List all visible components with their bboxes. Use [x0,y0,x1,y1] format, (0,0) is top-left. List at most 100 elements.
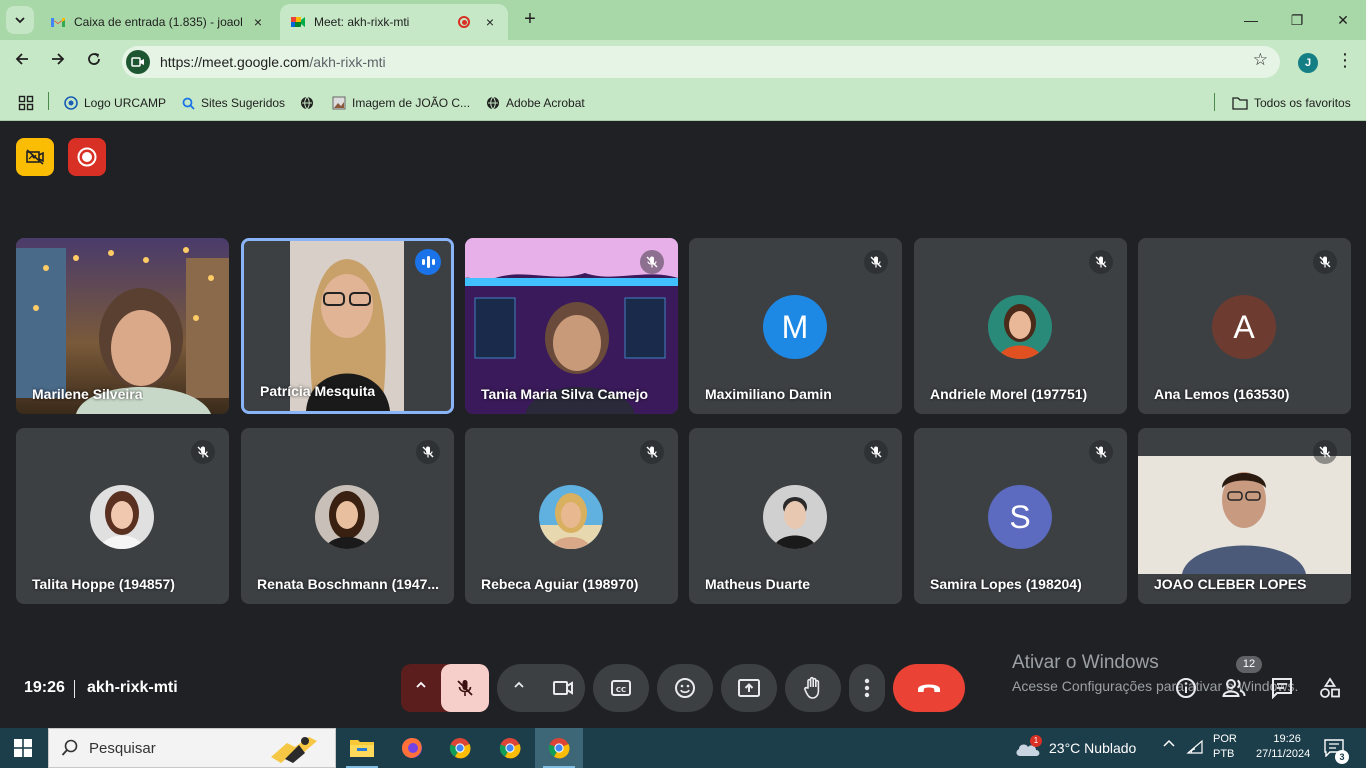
search-placeholder: Pesquisar [89,739,156,757]
avatar: A [1212,295,1276,359]
bookmark-adobe-acrobat[interactable]: Adobe Acrobat [486,93,585,113]
hand-icon [804,676,820,699]
chrome-active-app[interactable] [535,728,583,768]
recording-icon [458,16,470,28]
raise-hand-button[interactable] [785,664,841,712]
participant-tile-active[interactable]: Patrícia Mesquita [241,238,454,414]
globe-icon [301,96,313,110]
forward-button[interactable] [44,48,72,76]
muted-mic-icon [1089,440,1113,464]
bookmark-sites-sugeridos[interactable]: Sites Sugeridos [182,93,285,113]
participant-tile[interactable]: S Samira Lopes (198204) [914,428,1127,604]
browser-menu-icon[interactable]: ⋮ [1336,50,1354,71]
file-explorer-app[interactable] [338,728,386,768]
weather-widget[interactable]: 1 [1014,735,1044,760]
url-path: /akh-rixk-mti [309,54,386,70]
muted-mic-icon [864,440,888,464]
input-language[interactable]: POR PTB [1213,733,1237,760]
present-screen-button[interactable] [721,664,777,712]
bookmark-logo-urcamp[interactable]: Logo URCAMP [64,93,166,113]
search-icon [182,97,195,110]
address-bar[interactable]: https://meet.google.com/akh-rixk-mti ☆ [122,46,1280,78]
participant-tile[interactable]: Matheus Duarte [689,428,902,604]
close-window-button[interactable]: ✕ [1328,8,1358,32]
bookmark-label: Sites Sugeridos [201,96,286,110]
firefox-app[interactable] [388,728,436,768]
tab-search-button[interactable] [6,6,34,34]
chrome-icon [499,738,521,759]
apps-grid-icon [18,95,34,111]
participant-tile[interactable]: Tania Maria Silva Camejo [465,238,678,414]
new-tab-button[interactable]: + [518,8,542,32]
activities-button[interactable] [1318,676,1342,700]
record-icon [77,147,97,167]
chrome-profile-app[interactable] [486,728,534,768]
bookmark-star-icon[interactable]: ☆ [1253,50,1268,70]
mic-off-icon [457,680,473,696]
video-options-button[interactable] [513,679,525,694]
reload-icon [88,53,100,65]
tab-gmail[interactable]: Caixa de entrada (1.835) - joaol × [40,4,276,40]
minimize-button[interactable]: — [1236,8,1266,32]
participant-tile[interactable]: JOAO CLEBER LOPES [1138,428,1351,604]
bookmarks-bar: Logo URCAMP Sites Sugeridos Imagem de JO… [0,85,1366,121]
visual-effects-badge[interactable] [16,138,54,176]
back-button[interactable] [8,48,36,76]
clock-date[interactable]: 19:26 27/11/2024 [1256,733,1310,760]
search-highlight-icon [271,737,317,763]
chrome-app[interactable] [436,728,484,768]
captions-button[interactable]: CC [593,664,649,712]
call-end-icon [918,684,940,692]
arrow-right-icon [52,53,65,65]
bottom-divider [74,680,75,698]
chat-button[interactable] [1270,676,1294,700]
camera-toggle-button[interactable] [551,676,575,705]
participant-tile[interactable]: Rebeca Aguiar (198970) [465,428,678,604]
meeting-clock: 19:26 [24,679,65,696]
chrome-icon [548,738,570,759]
present-to-all-icon [738,679,760,697]
bookmark-imagem-joao[interactable]: Imagem de JOÃO C... [332,93,470,113]
leave-call-button[interactable] [893,664,965,712]
participant-tile[interactable]: Renata Boschmann (1947... [241,428,454,604]
audio-options-button[interactable] [415,679,427,694]
avatar: S [988,485,1052,549]
network-status[interactable] [1186,739,1204,760]
start-button[interactable] [14,739,32,762]
participant-tile[interactable]: Talita Hoppe (194857) [16,428,229,604]
tab-strip: Caixa de entrada (1.835) - joaol × Meet:… [0,0,1366,40]
tab-meet[interactable]: Meet: akh-rixk-mti × [280,4,508,40]
muted-mic-icon [1089,250,1113,274]
participant-name: Talita Hoppe (194857) [32,576,175,592]
restore-button[interactable]: ❐ [1282,8,1312,32]
image-icon [332,96,346,110]
emoji-icon [675,678,695,698]
participant-tile[interactable]: A Ana Lemos (163530) [1138,238,1351,414]
arrow-left-icon [15,53,28,65]
reload-button[interactable] [80,48,108,76]
close-tab-icon[interactable]: × [482,14,498,30]
show-hidden-icons-button[interactable] [1162,737,1176,754]
info-icon [1176,678,1196,698]
windows-taskbar: Pesquisar 1 23°C Nublado POR PTB 19:26 27/… [0,728,1366,768]
emoji-reactions-button[interactable] [657,664,713,712]
participant-tile[interactable]: Andriele Morel (197751) [914,238,1127,414]
folder-icon [1232,97,1248,110]
participant-tile[interactable]: Marilene Silveira [16,238,229,414]
microphone-toggle-button[interactable] [441,664,489,712]
people-button[interactable] [1222,676,1246,700]
bookmarks-divider [48,92,49,110]
chevron-up-icon [1163,739,1175,747]
participant-tile[interactable]: M Maximiliano Damin [689,238,902,414]
apps-button[interactable] [18,93,34,113]
all-bookmarks-folder[interactable]: Todos os favoritos [1232,93,1351,113]
close-tab-icon[interactable]: × [250,14,266,30]
more-options-button[interactable] [849,664,885,712]
tab-title: Caixa de entrada (1.835) - joaol [74,15,243,29]
meeting-details-button[interactable] [1174,676,1198,700]
recording-badge[interactable] [68,138,106,176]
profile-avatar[interactable]: J [1298,53,1318,73]
taskbar-search-box[interactable]: Pesquisar [48,728,336,768]
bookmark-globe[interactable] [300,93,314,113]
site-info-button[interactable] [126,50,150,74]
